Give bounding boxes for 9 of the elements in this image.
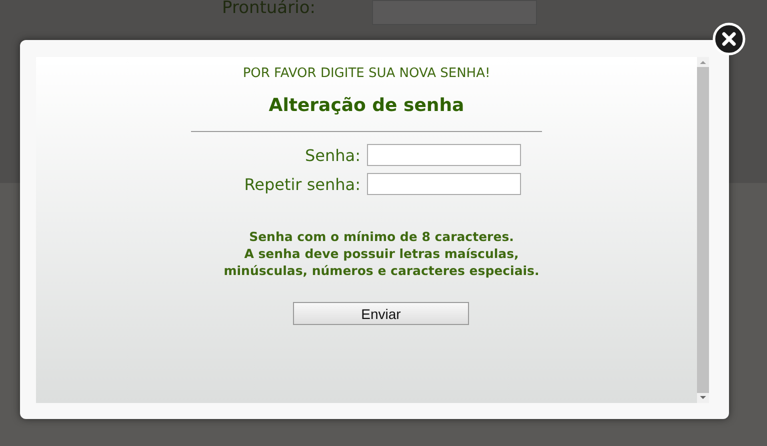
password-field[interactable] bbox=[366, 173, 520, 195]
scrollbar[interactable] bbox=[697, 57, 709, 403]
field-label: Senha: bbox=[305, 146, 360, 164]
password-hint: Senha com o mínimo de 8 caracteres. A senha deve possuir letras maísculas, minúsculas, números e caracteres especiais. bbox=[224, 228, 540, 279]
password-field[interactable] bbox=[366, 144, 520, 166]
notice-text: POR FAVOR DIGITE SUA NOVA SENHA! bbox=[242, 66, 490, 81]
submit-button[interactable]: Enviar bbox=[293, 302, 469, 325]
field-label: Repetir senha: bbox=[244, 174, 360, 194]
dialog-title: Alteração de senha bbox=[268, 95, 464, 116]
